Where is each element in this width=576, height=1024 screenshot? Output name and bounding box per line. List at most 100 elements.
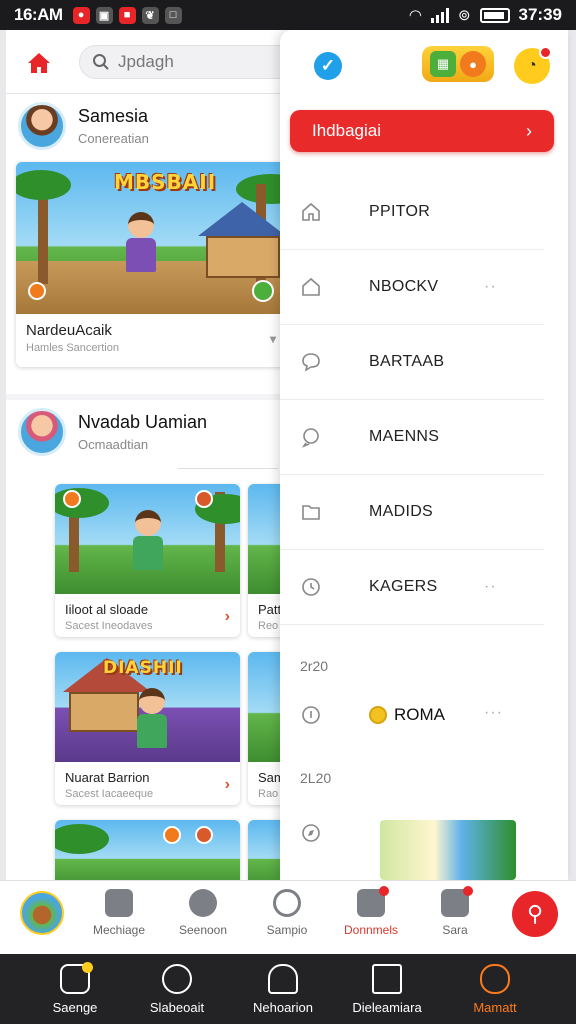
profile-fab-button[interactable]: ⚲: [512, 891, 558, 937]
card-menu-icon[interactable]: ▾: [270, 332, 276, 346]
nav-item[interactable]: Donnmels: [329, 886, 413, 937]
menu-item-roma[interactable]: ROMA ···: [280, 680, 544, 750]
image-icon: ▣: [95, 6, 113, 24]
more-icon[interactable]: ··: [484, 578, 497, 596]
feed-content: Jpdagh Samesia Conereatian MBSBAII Narde…: [6, 30, 306, 880]
nav-item[interactable]: Mechiage: [77, 889, 161, 937]
author-subtitle: Conereatian: [78, 131, 149, 146]
red-app-icon: ■: [118, 6, 136, 24]
clock-icon: [302, 578, 320, 596]
status-time: 16:AM: [14, 5, 63, 24]
list-icon: [372, 964, 402, 994]
user-icon: ⚲: [526, 901, 544, 926]
tab-item[interactable]: Nehoarion: [228, 964, 338, 1015]
menu-item[interactable]: MAENNS: [280, 400, 544, 475]
menu-label: ROMA: [394, 705, 445, 724]
badge-icon: [63, 490, 81, 508]
game-card[interactable]: DIASHII Nuarat Barrion Sacest Iacaeeque …: [55, 652, 240, 805]
feed-post: Nvadab Uamian Ocmaadtian Iiloot al sload…: [6, 400, 306, 880]
top-bar: Jpdagh: [6, 30, 306, 94]
tab-label: Dieleamiara: [352, 1000, 422, 1015]
menu-item[interactable]: NBOCKV ··: [280, 250, 544, 325]
cta-button[interactable]: Ihdbagiai ›: [290, 110, 554, 152]
home-icon: [28, 53, 50, 73]
menu-label: NBOCKV: [369, 278, 439, 295]
signal-icon: [430, 7, 449, 23]
menu-item[interactable]: PPITOR: [280, 175, 544, 250]
badge-icon: [28, 282, 46, 300]
game-preview-thumbnail[interactable]: [380, 820, 516, 880]
helmet-icon: [268, 964, 298, 994]
menu-item[interactable]: KAGERS ··: [280, 550, 544, 625]
author-name: Nvadab Uamian: [78, 412, 208, 432]
badge-icon: [195, 490, 213, 508]
fruit-icon: ●: [460, 51, 486, 77]
square-app-icon: □: [164, 6, 182, 24]
search-placeholder: Jpdagh: [118, 52, 174, 71]
divider: [178, 468, 278, 469]
game-card[interactable]: Iiloot al sloade Sacest Ineodaves ›: [55, 484, 240, 637]
tab-label: Slabeoait: [149, 1000, 205, 1015]
game-card[interactable]: MBSBAII NardeuAcaik Hamles Sancertion ▾: [16, 162, 286, 367]
cta-label: Ihdbagiai: [312, 121, 382, 140]
speech-icon: [189, 889, 217, 917]
chevron-right-icon[interactable]: ›: [225, 608, 230, 626]
leaf-icon: ❦: [141, 6, 159, 24]
tab-item[interactable]: Slabeoait: [122, 964, 232, 1015]
verified-icon: [252, 280, 274, 302]
side-drawer: ✓ ▦ ● ◔ Ihdbagiai › PPITOR NBOCKV ·· BAR…: [280, 30, 568, 880]
chevron-right-icon[interactable]: ›: [225, 776, 230, 794]
notification-icons: ● ▣ ■ ❦ □: [72, 6, 182, 24]
coin-icon: [369, 706, 387, 724]
status-clock: 37:39: [518, 5, 562, 24]
feed-post: Samesia Conereatian MBSBAII NardeuAcaik: [6, 94, 306, 394]
post-author[interactable]: Nvadab Uamian Ocmaadtian: [18, 408, 207, 456]
check-icon[interactable]: ✓: [314, 52, 342, 80]
chevron-right-icon: ›: [526, 120, 532, 141]
bottom-nav: Mechiage Seenoon Sampio Donnmels Sara ⚲: [0, 880, 576, 954]
post-author[interactable]: Samesia Conereatian: [18, 102, 149, 150]
search-bar[interactable]: Jpdagh: [79, 45, 306, 79]
profile-icon: [480, 964, 510, 994]
game-thumbnail: [55, 820, 240, 880]
nav-label: Seenoon: [178, 923, 228, 937]
nav-item[interactable]: Sampio: [245, 889, 329, 937]
game-title: Iiloot al sloade: [65, 602, 149, 617]
tab-item[interactable]: Mamatt: [440, 964, 550, 1015]
tab-item[interactable]: Dieleamiara: [332, 964, 442, 1015]
menu-item[interactable]: MADIDS: [280, 475, 544, 550]
nav-item[interactable]: Seenoon: [161, 889, 245, 937]
section-header: 2L20: [300, 770, 332, 786]
nav-item[interactable]: Sara: [413, 886, 497, 937]
wifi-icon: ◠: [408, 7, 422, 24]
search-person-icon: [162, 964, 192, 994]
menu-label: PPITOR: [369, 203, 431, 220]
section-header: 2r20: [300, 658, 329, 674]
tab-label: Nehoarion: [253, 1000, 313, 1015]
nav-label: Donnmels: [343, 923, 399, 937]
search-icon: [93, 54, 109, 70]
nav-label: Sampio: [266, 923, 308, 937]
author-subtitle: Ocmaadtian: [78, 437, 149, 452]
more-icon[interactable]: ··: [484, 278, 497, 296]
menu-item[interactable]: BARTAAB: [280, 325, 544, 400]
drawer-menu: PPITOR NBOCKV ·· BARTAAB MAENNS MADIDS K…: [280, 175, 568, 625]
mode-toggle[interactable]: ▦ ●: [422, 46, 494, 82]
more-icon[interactable]: ···: [484, 704, 503, 722]
home-button[interactable]: [24, 48, 54, 78]
message-icon: [301, 428, 319, 448]
game-card[interactable]: [55, 820, 240, 880]
menu-label: KAGERS: [369, 578, 438, 595]
author-name: Samesia: [78, 106, 149, 126]
notification-button[interactable]: ◔: [514, 46, 552, 84]
badge-icon: [163, 826, 181, 844]
game-thumbnail: MBSBAII: [16, 162, 286, 314]
tab-bar: Saenge Slabeoait Nehoarion Dieleamiara M…: [0, 954, 576, 1024]
avatar[interactable]: [20, 891, 64, 935]
info-icon: [302, 706, 320, 724]
tab-item[interactable]: Saenge: [20, 962, 130, 1015]
tab-label: Saenge: [52, 1000, 98, 1015]
compass-icon: [302, 824, 320, 842]
puzzle-icon: [105, 889, 133, 917]
game-title: NardeuAcaik: [26, 322, 112, 339]
